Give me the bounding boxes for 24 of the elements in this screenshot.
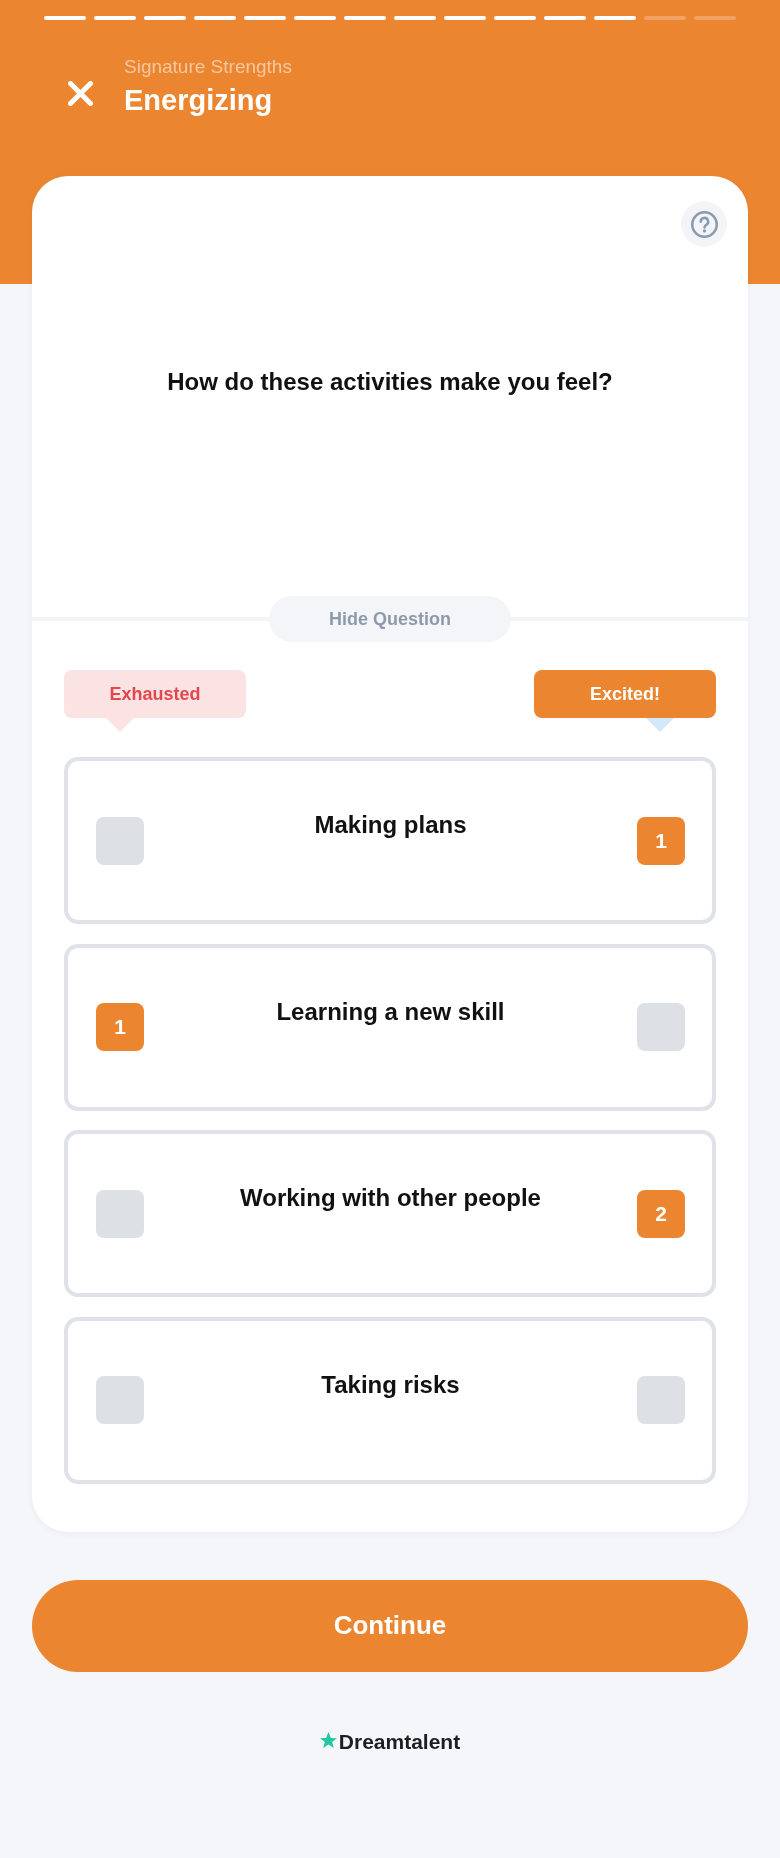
activity-label: Making plans [313,810,468,840]
header-subtitle: Signature Strengths [124,56,292,78]
hide-question-button[interactable]: Hide Question [269,596,511,642]
rank-checkbox[interactable] [96,1376,144,1424]
brand-name: Dreamtalent [338,1729,461,1754]
rank-checkbox[interactable]: 1 [96,1003,144,1051]
header-title: Energizing [124,83,274,118]
help-icon [690,210,718,238]
rank-checkbox[interactable] [96,1189,144,1238]
rank-checkbox[interactable]: 1 [637,816,685,865]
rank-checkbox[interactable] [96,816,144,865]
activity-label: Taking risks [320,1369,461,1400]
help-button[interactable] [681,201,727,247]
activity-label: Learning a new skill [275,996,506,1027]
rank-checkbox[interactable] [637,1003,685,1051]
scale-label: Excited! [534,670,716,732]
close-icon[interactable] [68,80,93,106]
star-icon [319,1731,337,1748]
question-text: How do these activities make you feel? [166,367,614,397]
rank-checkbox[interactable] [637,1376,685,1424]
rank-checkbox[interactable]: 2 [637,1189,685,1238]
scale-label: Exhausted [64,670,246,732]
continue-button[interactable]: Continue [32,1579,748,1672]
activity-label: Working with other people [239,1183,542,1213]
